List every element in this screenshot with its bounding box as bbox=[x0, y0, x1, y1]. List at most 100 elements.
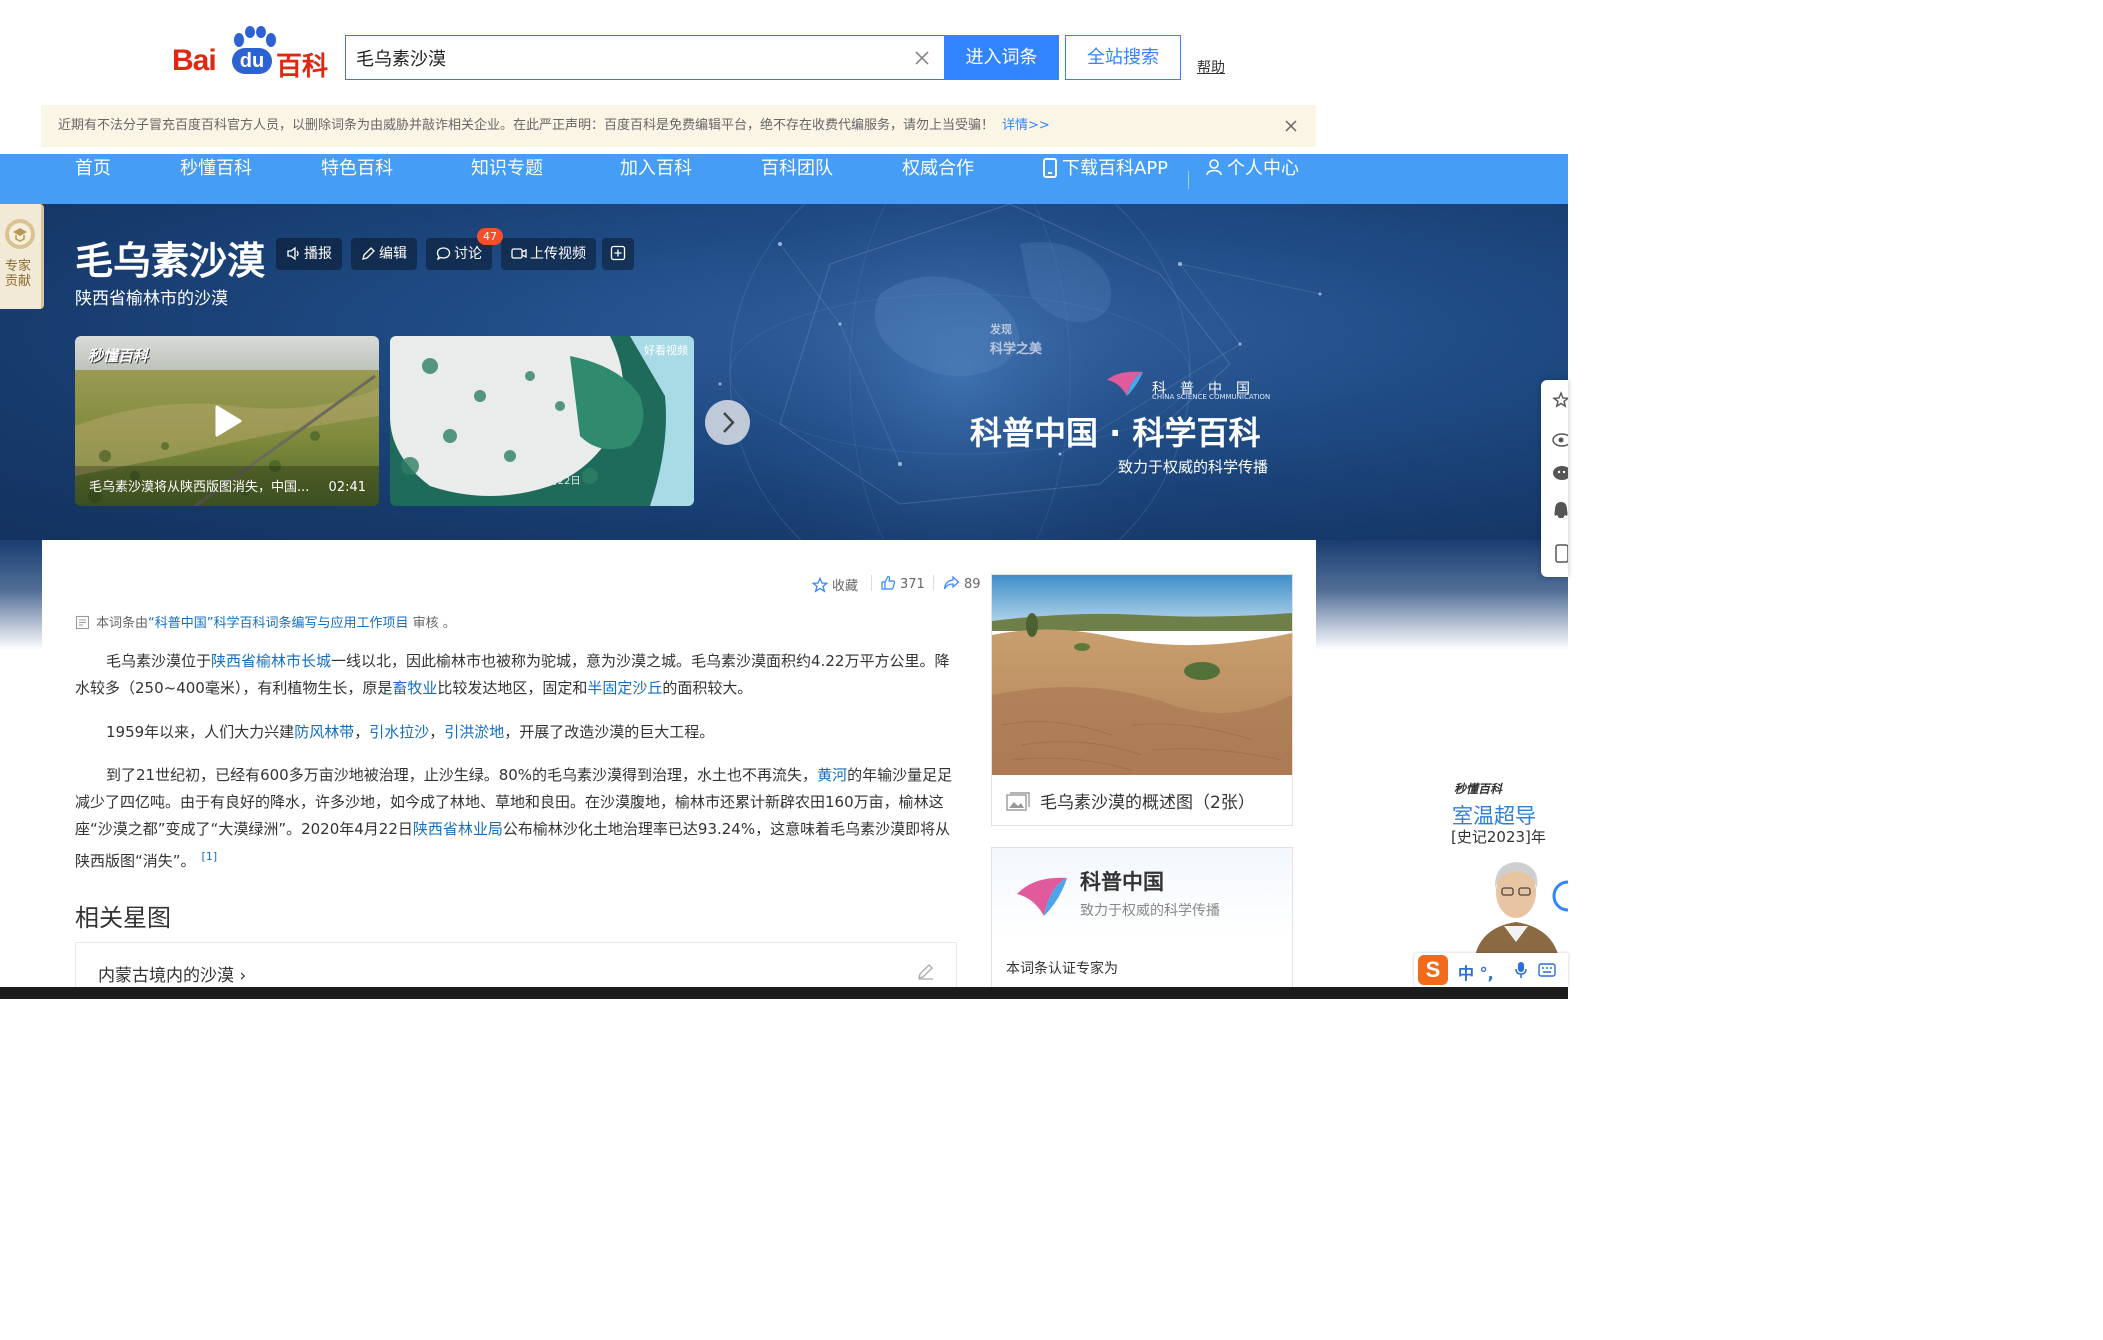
weibo-icon[interactable] bbox=[1551, 428, 1572, 448]
nav-item-miaodong[interactable]: 秒懂百科 bbox=[180, 154, 252, 204]
keyboard-icon[interactable] bbox=[1538, 963, 1556, 977]
kepu-card-title: 科普中国 bbox=[1080, 870, 1164, 894]
search-box bbox=[345, 35, 944, 80]
nav-item-cooperation[interactable]: 权威合作 bbox=[902, 154, 974, 204]
banner-subtitle: 致力于权威的科学传播 bbox=[1118, 458, 1269, 476]
related-deserts-link[interactable]: 内蒙古境内的沙漠 › bbox=[98, 961, 246, 986]
link-animal-husbandry[interactable]: 畜牧业 bbox=[392, 679, 437, 697]
help-link[interactable]: 帮助 bbox=[1197, 57, 1225, 77]
upload-video-button[interactable]: 上传视频 bbox=[501, 238, 596, 270]
expert-contribution-tab[interactable]: 专家贡献 bbox=[0, 204, 44, 309]
video-title-1: 毛乌素沙漠将从陕西版图消失，中国... bbox=[89, 480, 310, 495]
image-caption-text: 毛乌素沙漠的概述图（2张） bbox=[1040, 793, 1255, 813]
nav-item-join[interactable]: 加入百科 bbox=[620, 154, 692, 204]
logo-du: du bbox=[232, 48, 272, 74]
microphone-icon[interactable] bbox=[1514, 961, 1528, 979]
review-prefix: 本词条由 bbox=[96, 616, 149, 631]
ime-language-indicator[interactable]: 中 °, bbox=[1458, 960, 1494, 984]
phone-icon bbox=[1043, 158, 1057, 178]
link-flood-silting[interactable]: 引洪淤地 bbox=[444, 723, 504, 741]
video-duration-1: 02:41 bbox=[328, 480, 366, 495]
video-card-2[interactable]: 好看视频 2020年4月22日 bbox=[390, 336, 694, 506]
share-button[interactable]: 89 bbox=[943, 575, 981, 592]
site-search-button[interactable]: 全站搜索 bbox=[1065, 35, 1181, 80]
upload-video-label: 上传视频 bbox=[530, 246, 586, 262]
ime-toolbar[interactable]: S 中 °, bbox=[1414, 953, 1568, 987]
nav-item-featured[interactable]: 特色百科 bbox=[321, 154, 393, 204]
play-icon[interactable] bbox=[213, 404, 243, 438]
nav-item-topics[interactable]: 知识专题 bbox=[471, 154, 543, 204]
mobile-icon[interactable] bbox=[1551, 543, 1569, 563]
more-button[interactable] bbox=[602, 238, 634, 270]
user-center-label: 个人中心 bbox=[1227, 158, 1299, 179]
sogou-ime-logo: S bbox=[1418, 955, 1448, 985]
search-input[interactable] bbox=[356, 36, 896, 79]
baidu-baike-logo[interactable]: Bai du 百科 bbox=[172, 26, 334, 82]
nav-user-center[interactable]: 个人中心 bbox=[1205, 154, 1299, 204]
expert-tab-label: 专家贡献 bbox=[4, 259, 31, 289]
close-icon[interactable] bbox=[1283, 118, 1299, 134]
play-audio-button[interactable]: 播报 bbox=[276, 238, 342, 270]
banner-slogan: 科普中国 · 科学百科 bbox=[970, 414, 1261, 452]
clear-icon[interactable] bbox=[912, 48, 932, 68]
speaker-icon bbox=[287, 246, 299, 261]
text-span: ， bbox=[429, 723, 445, 741]
video-brand-1: 秒懂百科 bbox=[88, 347, 149, 365]
discuss-label: 讨论 bbox=[454, 246, 482, 262]
promo-brand: 秒懂百科 bbox=[1454, 782, 1503, 796]
logo-baike: 百科 bbox=[276, 52, 329, 82]
edit-icon[interactable] bbox=[916, 961, 936, 981]
wechat-icon[interactable] bbox=[1551, 464, 1571, 484]
actions-divider bbox=[871, 575, 872, 591]
image-caption: 毛乌素沙漠的概述图（2张） bbox=[1006, 788, 1255, 813]
qq-icon[interactable] bbox=[1551, 500, 1568, 520]
thumbs-up-icon bbox=[881, 575, 896, 590]
logo-bai: Bai bbox=[172, 44, 217, 77]
kepu-china-card[interactable]: 科普中国 致力于权威的科学传播 本词条认证专家为 bbox=[991, 847, 1293, 999]
document-icon bbox=[75, 615, 90, 630]
reference-link[interactable]: [1] bbox=[202, 850, 218, 863]
review-suffix: 审核 。 bbox=[408, 616, 456, 631]
paragraph-2: 1959年以来，人们大力兴建防风林带，引水拉沙，引洪淤地，开展了改造沙漠的巨大工… bbox=[75, 719, 953, 746]
edit-button[interactable]: 编辑 bbox=[351, 238, 417, 270]
link-forestry-bureau[interactable]: 陕西省林业局 bbox=[413, 820, 503, 838]
desert-photo bbox=[992, 575, 1292, 775]
share-count: 89 bbox=[964, 577, 981, 592]
text-span: 1959年以来，人们大力兴建 bbox=[106, 723, 295, 741]
link-shaanxi-yulin[interactable]: 陕西省榆林市 bbox=[211, 652, 301, 670]
review-project-link[interactable]: “科普中国”科学百科词条编写与应用工作项目 bbox=[148, 616, 408, 631]
link-water-diversion[interactable]: 引水拉沙 bbox=[369, 723, 429, 741]
nav-item-home[interactable]: 首页 bbox=[75, 154, 111, 204]
like-button[interactable]: 371 bbox=[880, 575, 925, 592]
entry-subtitle: 陕西省榆林市的沙漠 bbox=[75, 289, 228, 309]
gallery-icon bbox=[1006, 792, 1030, 811]
nav-download-app[interactable]: 下载百科APP bbox=[1042, 154, 1168, 204]
text-span: ，开展了改造沙漠的巨大工程。 bbox=[504, 723, 715, 741]
link-windbreak[interactable]: 防风林带 bbox=[294, 723, 354, 741]
video-card-1[interactable]: 秒懂百科 毛乌素沙漠将从陕西版图消失，中国... 02:41 bbox=[75, 336, 379, 506]
notice-detail-link[interactable]: 详情>> bbox=[1002, 118, 1050, 133]
nav-divider bbox=[1188, 171, 1189, 189]
text-span: 的面积较大。 bbox=[662, 679, 753, 697]
notice-bar: 近期有不法分子冒充百度百科官方人员，以删除词条为由威胁并敲诈相关企业。在此严正声… bbox=[41, 105, 1316, 147]
notice-text: 近期有不法分子冒充百度百科官方人员，以删除词条为由威胁并敲诈相关企业。在此严正声… bbox=[58, 118, 995, 133]
favorite-button[interactable]: 收藏 bbox=[811, 575, 858, 594]
review-note: 本词条由“科普中国”科学百科词条编写与应用工作项目 审核 。 bbox=[75, 612, 456, 631]
link-yellow-river[interactable]: 黄河 bbox=[817, 766, 847, 784]
main-nav: 首页 秒懂百科 特色百科 知识专题 加入百科 百科团队 权威合作 下载百科APP… bbox=[0, 154, 1568, 204]
link-semi-fixed-dunes[interactable]: 半固定沙丘 bbox=[587, 679, 662, 697]
video-icon bbox=[511, 248, 527, 259]
video-brand-2: 好看视频 bbox=[644, 344, 688, 357]
enter-entry-button[interactable]: 进入词条 bbox=[944, 35, 1059, 80]
star-icon[interactable] bbox=[1551, 390, 1570, 410]
kepu-china-logo-icon bbox=[1107, 371, 1143, 396]
link-great-wall[interactable]: 长城 bbox=[301, 652, 331, 670]
plus-square-icon bbox=[610, 245, 626, 261]
kepu-card-subtitle: 致力于权威的科学传播 bbox=[1080, 903, 1220, 919]
chevron-right-icon bbox=[723, 412, 735, 433]
nav-item-team[interactable]: 百科团队 bbox=[761, 154, 833, 204]
overview-image-card[interactable]: 毛乌素沙漠的概述图（2张） bbox=[991, 574, 1293, 826]
user-icon bbox=[1206, 159, 1222, 176]
floating-share-bar bbox=[1541, 380, 1572, 577]
carousel-next-button[interactable] bbox=[705, 400, 750, 445]
